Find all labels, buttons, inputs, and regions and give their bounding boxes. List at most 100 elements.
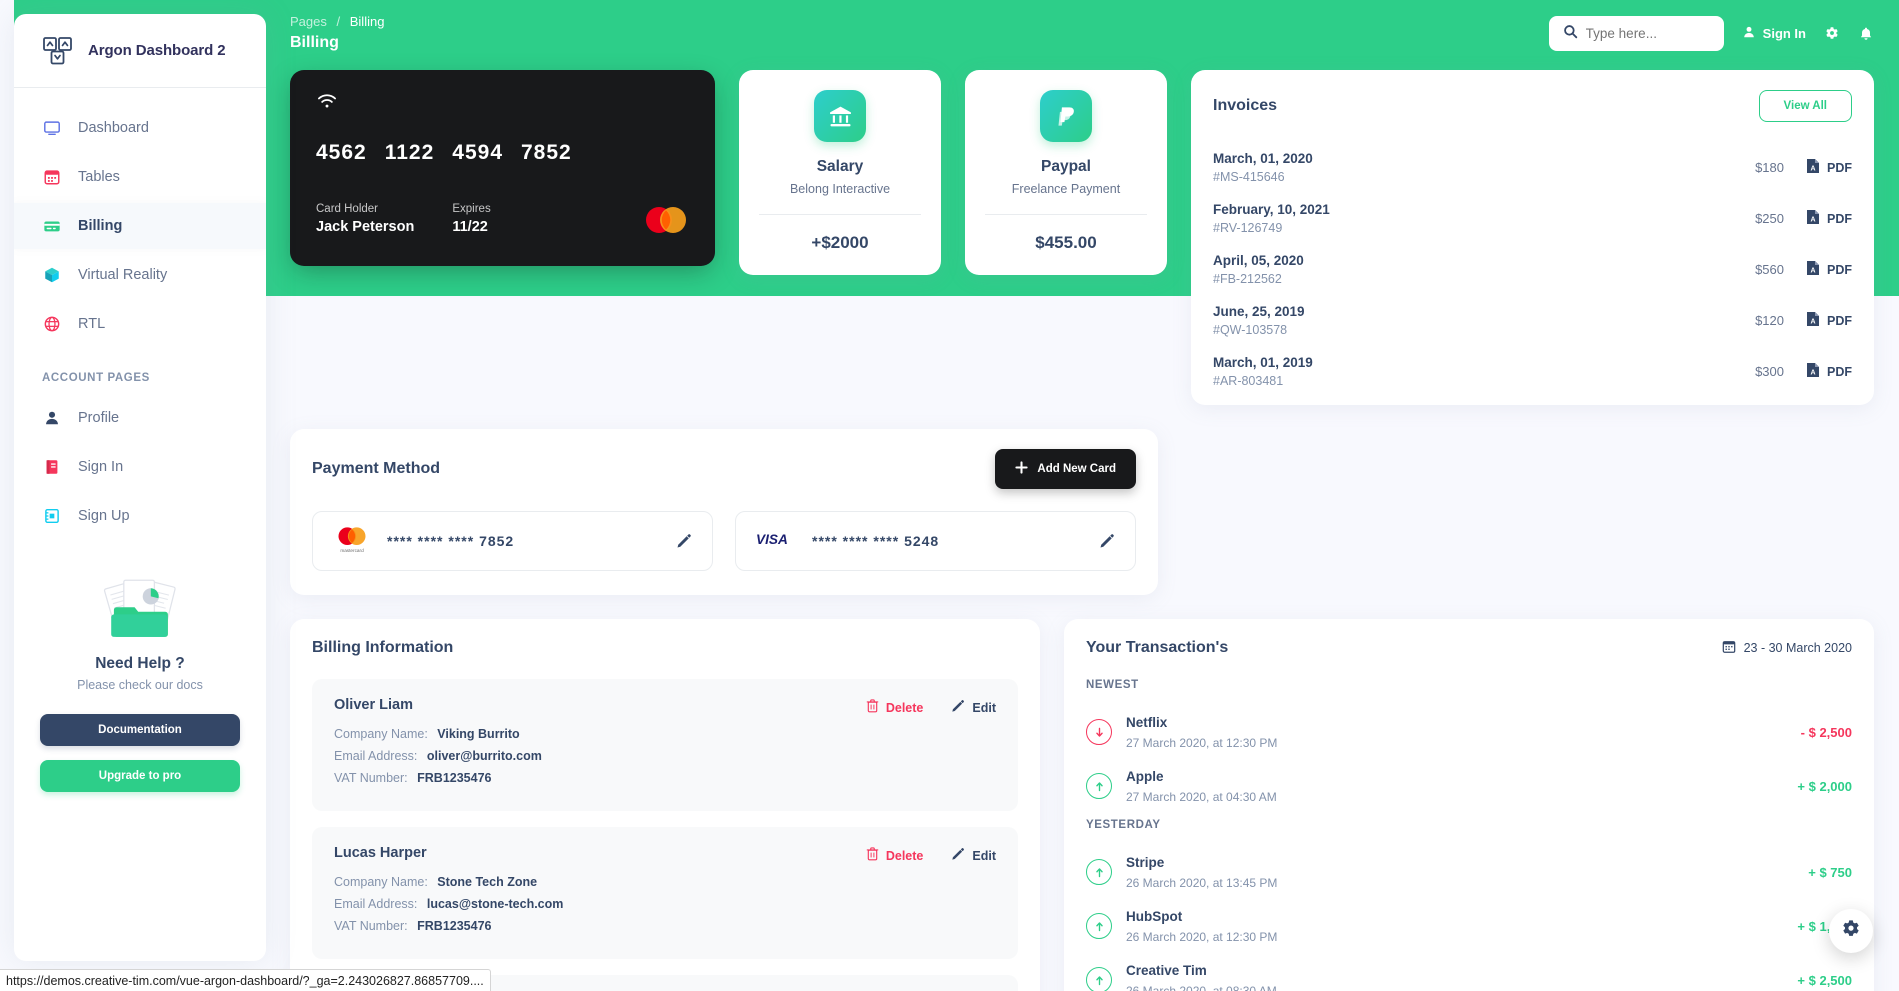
transaction-amount: + $ 750 xyxy=(1808,864,1852,880)
transaction-info: Netflix 27 March 2020, at 12:30 PM xyxy=(1126,714,1787,750)
pdf-file-icon: A xyxy=(1806,311,1820,330)
arrow-up-icon xyxy=(1086,913,1112,939)
search-input[interactable] xyxy=(1585,26,1706,41)
invoice-pdf-button[interactable]: A PDF xyxy=(1806,311,1852,330)
billing-company-line: Company Name: Viking Burrito xyxy=(334,727,996,741)
company-label: Company Name: xyxy=(334,875,428,889)
edit-button[interactable]: Edit xyxy=(951,847,996,864)
view-all-button[interactable]: View All xyxy=(1758,90,1852,122)
card-number-group: 1122 xyxy=(384,141,435,164)
pencil-icon[interactable] xyxy=(676,533,692,549)
paypal-amount: $455.00 xyxy=(1035,233,1097,252)
help-subtitle: Please check our docs xyxy=(77,678,203,692)
card-expires-label: Expires xyxy=(452,203,491,215)
transaction-time: 26 March 2020, at 08:30 AM xyxy=(1126,984,1277,991)
breadcrumb-root[interactable]: Pages xyxy=(290,14,327,29)
invoice-pdf-button[interactable]: A PDF xyxy=(1806,158,1852,177)
invoice-id: #RV-126749 xyxy=(1213,221,1283,235)
sidebar-item-sign-in[interactable]: Sign In xyxy=(14,444,266,490)
add-new-card-button[interactable]: Add New Card xyxy=(995,449,1136,489)
invoice-amount: $300 xyxy=(1755,364,1784,379)
edit-label: Edit xyxy=(972,848,996,863)
bell-icon[interactable] xyxy=(1858,26,1874,42)
search-box[interactable] xyxy=(1548,16,1724,51)
user-icon xyxy=(1742,25,1756,42)
sidebar-item-rtl[interactable]: RTL xyxy=(14,301,266,347)
transaction-row[interactable]: HubSpot 26 March 2020, at 12:30 PM + $ 1… xyxy=(1086,899,1852,953)
invoice-row[interactable]: March, 01, 2020 #MS-415646 $180 A PDF xyxy=(1213,142,1852,193)
payment-method-card: Payment Method Add New Card mastercard *… xyxy=(290,429,1158,595)
breadcrumb-current: Billing xyxy=(349,14,385,29)
transactions-date-range[interactable]: 23 - 30 March 2020 xyxy=(1722,639,1852,657)
billing-company-line: Company Name: Stone Tech Zone xyxy=(334,875,996,889)
invoice-pdf-button[interactable]: A PDF xyxy=(1806,362,1852,381)
globe-icon xyxy=(42,314,62,334)
pdf-label: PDF xyxy=(1827,211,1852,226)
card-number: 4562 1122 4594 7852 xyxy=(316,141,689,165)
sidebar-item-label: Tables xyxy=(78,169,120,185)
bank-icon xyxy=(814,90,866,142)
masked-card-number: **** **** **** 7852 xyxy=(387,533,660,549)
invoice-row[interactable]: June, 25, 2019 #QW-103578 $120 A PDF xyxy=(1213,295,1852,346)
paypal-icon xyxy=(1040,90,1092,142)
delete-button[interactable]: Delete xyxy=(866,699,923,716)
sidebar-item-profile[interactable]: Profile xyxy=(14,395,266,441)
edit-button[interactable]: Edit xyxy=(951,699,996,716)
help-title: Need Help ? xyxy=(95,655,185,672)
transaction-amount: + $ 2,500 xyxy=(1797,972,1852,988)
transaction-time: 26 March 2020, at 13:45 PM xyxy=(1126,876,1278,890)
paypal-title: Paypal xyxy=(1041,158,1091,175)
invoice-row[interactable]: March, 01, 2019 #AR-803481 $300 A PDF xyxy=(1213,346,1852,397)
card-holder-block: Card Holder Jack Peterson xyxy=(316,203,414,235)
transactions-title: Your Transaction's xyxy=(1086,639,1229,656)
invoice-date: March, 01, 2020 xyxy=(1213,151,1313,166)
edit-label: Edit xyxy=(972,700,996,715)
transaction-time: 27 March 2020, at 12:30 PM xyxy=(1126,736,1278,750)
sidebar-item-tables[interactable]: Tables xyxy=(14,154,266,200)
transaction-row[interactable]: Creative Tim 26 March 2020, at 08:30 AM … xyxy=(1086,953,1852,991)
topbar: Pages / Billing Billing Type here... Sig… xyxy=(290,0,1899,70)
payment-method-header: Payment Method Add New Card xyxy=(312,449,1136,489)
pencil-icon[interactable] xyxy=(1099,533,1115,549)
svg-text:A: A xyxy=(1810,369,1815,376)
delete-label: Delete xyxy=(885,848,924,863)
box-3d-icon xyxy=(42,265,62,285)
brand[interactable]: Argon Dashboard 2 xyxy=(14,14,266,88)
credit-card-widget: 4562 1122 4594 7852 Card Holder Jack Peters… xyxy=(290,70,715,266)
arrow-up-icon xyxy=(1086,859,1112,885)
transaction-row[interactable]: Apple 27 March 2020, at 04:30 AM + $ 2,0… xyxy=(1086,759,1852,813)
invoice-row[interactable]: April, 05, 2020 #FB-212562 $560 A PDF xyxy=(1213,244,1852,295)
sidebar-item-virtual-reality[interactable]: Virtual Reality xyxy=(14,252,266,298)
billing-entry: Lucas Harper Company Name: Stone Tech Zo… xyxy=(312,827,1018,959)
sidebar-item-sign-up[interactable]: Sign Up xyxy=(14,493,266,539)
invoice-pdf-button[interactable]: A PDF xyxy=(1806,209,1852,228)
transaction-row[interactable]: Netflix 27 March 2020, at 12:30 PM - $ 2… xyxy=(1086,705,1852,759)
upgrade-to-pro-button[interactable]: Upgrade to pro xyxy=(40,760,240,792)
settings-fab-button[interactable] xyxy=(1829,909,1873,953)
sign-in-button[interactable]: Sign In xyxy=(1742,25,1806,42)
company-value: Stone Tech Zone xyxy=(437,875,538,889)
transaction-name: Creative Tim xyxy=(1126,963,1207,978)
pdf-file-icon: A xyxy=(1806,158,1820,177)
pdf-label: PDF xyxy=(1827,262,1852,277)
payment-card-visa[interactable]: VISA **** **** **** 5248 xyxy=(735,511,1136,571)
invoice-date: April, 05, 2020 xyxy=(1213,253,1304,268)
invoice-info: February, 10, 2021 #RV-126749 xyxy=(1213,202,1755,235)
invoice-row[interactable]: February, 10, 2021 #RV-126749 $250 A PDF xyxy=(1213,193,1852,244)
sidebar-item-billing[interactable]: Billing xyxy=(14,203,266,249)
invoices-card: Invoices View All March, 01, 2020 #MS-41… xyxy=(1191,70,1874,405)
argon-logo-icon xyxy=(42,35,74,67)
trash-icon xyxy=(866,847,879,864)
invoice-pdf-button[interactable]: A PDF xyxy=(1806,260,1852,279)
payment-card-mastercard[interactable]: mastercard **** **** **** 7852 xyxy=(312,511,713,571)
card-footer: Card Holder Jack Peterson Expires 11/22 xyxy=(316,203,689,235)
invoice-amount: $250 xyxy=(1755,211,1784,226)
delete-button[interactable]: Delete xyxy=(866,847,924,864)
paypal-subtitle: Freelance Payment xyxy=(1011,182,1121,196)
documentation-button[interactable]: Documentation xyxy=(40,714,240,746)
gear-icon[interactable] xyxy=(1824,26,1840,42)
pdf-file-icon: A xyxy=(1806,362,1820,381)
sidebar-item-dashboard[interactable]: Dashboard xyxy=(14,105,266,151)
mastercard-icon: mastercard xyxy=(333,524,371,559)
transaction-row[interactable]: Stripe 26 March 2020, at 13:45 PM + $ 75… xyxy=(1086,845,1852,899)
